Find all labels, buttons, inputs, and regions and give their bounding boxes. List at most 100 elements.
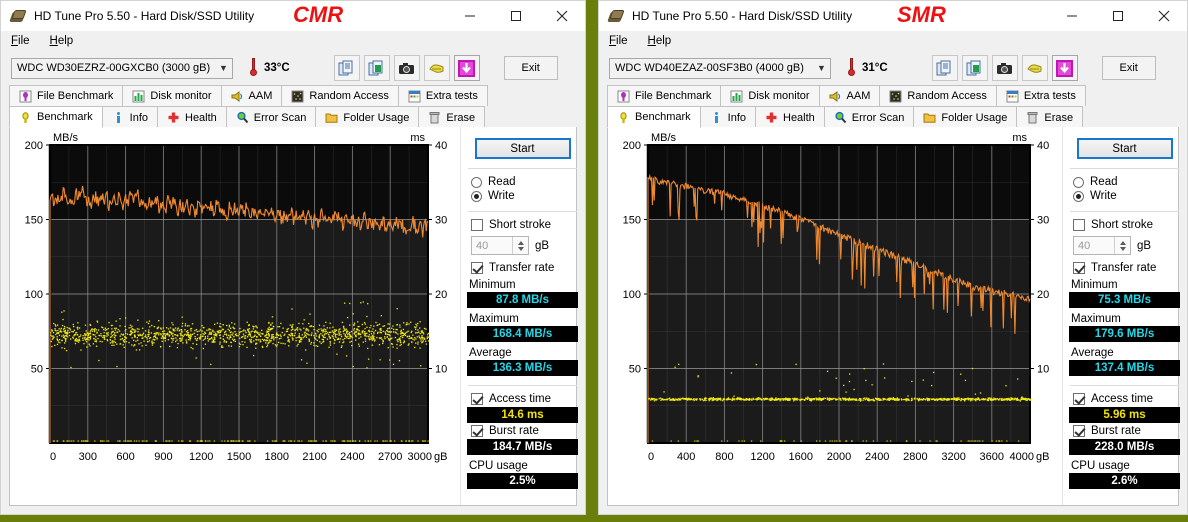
close-button[interactable]: [1141, 1, 1187, 31]
folder-usage-icon: [325, 111, 338, 124]
exit-button[interactable]: Exit: [1101, 56, 1156, 80]
screenshot-icon[interactable]: [991, 55, 1018, 81]
drive-select-value: WDC WD30EZRZ-00GXCB0 (3000 gB): [17, 62, 211, 74]
svg-text:MB/s: MB/s: [651, 132, 677, 144]
short-stroke-label: Short stroke: [489, 219, 551, 231]
tab-benchmark[interactable]: Benchmark: [607, 106, 701, 128]
tab-health[interactable]: Health: [157, 106, 227, 128]
radio-read[interactable]: Read: [471, 176, 578, 188]
desktop-background: HD Tune Pro 5.50 - Hard Disk/SSD Utility…: [0, 0, 1188, 522]
average-label: Average: [1071, 347, 1114, 359]
radio-read-label: Read: [488, 176, 516, 188]
drive-select[interactable]: WDC WD30EZRZ-00GXCB0 (3000 gB) ▼: [11, 57, 233, 79]
checkbox-short-stroke[interactable]: Short stroke: [1073, 219, 1180, 231]
transfer-rate-label: Transfer rate: [489, 262, 555, 274]
tab-extra-tests[interactable]: Extra tests: [995, 85, 1086, 106]
tab-row-secondary: File Benchmark Disk monitor AAM Random A…: [607, 85, 1179, 106]
screenshot-icon[interactable]: [393, 55, 420, 81]
tab-disk-monitor[interactable]: Disk monitor: [720, 85, 820, 106]
short-stroke-stepper[interactable]: 40: [471, 236, 529, 255]
stepper-arrows-icon[interactable]: [512, 237, 528, 254]
tab-disk-monitor[interactable]: Disk monitor: [122, 85, 222, 106]
tab-aam[interactable]: AAM: [818, 85, 881, 106]
svg-text:1200: 1200: [189, 451, 213, 463]
svg-text:50: 50: [629, 364, 641, 376]
short-stroke-stepper[interactable]: 40: [1073, 236, 1131, 255]
temperature-value: 33°C: [264, 62, 290, 74]
checkbox-short-stroke[interactable]: Short stroke: [471, 219, 578, 231]
benchmark-options-panel: Start Read Write Short stroke 40 gB Tran…: [1062, 127, 1186, 505]
tab-label: AAM: [248, 90, 273, 102]
tab-info[interactable]: Info: [699, 106, 756, 128]
tab-aam[interactable]: AAM: [220, 85, 283, 106]
checkbox-access-time[interactable]: Access time: [1073, 393, 1180, 405]
tab-extra-tests[interactable]: Extra tests: [397, 85, 488, 106]
tab-error-scan[interactable]: Error Scan: [225, 106, 317, 128]
minimum-label: Minimum: [1071, 279, 1118, 291]
save-icon[interactable]: [1021, 55, 1048, 81]
tab-folder-usage[interactable]: Folder Usage: [315, 106, 420, 128]
tab-random-access[interactable]: Random Access: [281, 85, 399, 106]
svg-text:2400: 2400: [865, 451, 889, 463]
download-icon[interactable]: [453, 55, 480, 81]
tab-file-benchmark[interactable]: File Benchmark: [607, 85, 722, 106]
checkbox-transfer-rate[interactable]: Transfer rate: [471, 262, 578, 274]
svg-text:150: 150: [25, 215, 43, 227]
menu-help[interactable]: Help: [648, 35, 672, 47]
minimize-button[interactable]: [447, 1, 493, 31]
start-button[interactable]: Start: [1076, 138, 1173, 159]
short-stroke-unit: gB: [535, 239, 550, 252]
radio-write[interactable]: Write: [1073, 190, 1180, 202]
chart-canvas: 50 100 150 200 10 20 30 40 MB/s ms 0 300 600 900 1200 1…: [25, 132, 448, 463]
maximize-button[interactable]: [493, 1, 539, 31]
info-icon: [710, 111, 723, 124]
radio-read[interactable]: Read: [1073, 176, 1180, 188]
svg-text:1600: 1600: [789, 451, 813, 463]
tab-file-benchmark[interactable]: File Benchmark: [9, 85, 124, 106]
svg-text:3200: 3200: [941, 451, 965, 463]
menu-file[interactable]: File: [609, 35, 628, 47]
menu-file[interactable]: File: [11, 35, 30, 47]
tab-folder-usage[interactable]: Folder Usage: [913, 106, 1018, 128]
tab-benchmark[interactable]: Benchmark: [9, 106, 103, 128]
tab-erase[interactable]: Erase: [418, 106, 486, 128]
copy-text-icon[interactable]: [333, 55, 360, 81]
benchmark-bulb-icon: [617, 111, 630, 124]
tabstrip: File Benchmark Disk monitor AAM Random A…: [1, 85, 585, 128]
titlebar[interactable]: HD Tune Pro 5.50 - Hard Disk/SSD Utility…: [599, 1, 1187, 31]
copy-text-icon[interactable]: [931, 55, 958, 81]
copy-excel-icon[interactable]: [363, 55, 390, 81]
svg-text:100: 100: [623, 289, 641, 301]
stepper-arrows-icon[interactable]: [1114, 237, 1130, 254]
health-cross-icon: [765, 111, 778, 124]
drive-select[interactable]: WDC WD40EZAZ-00SF3B0 (4000 gB) ▼: [609, 57, 831, 79]
tab-info[interactable]: Info: [101, 106, 158, 128]
titlebar[interactable]: HD Tune Pro 5.50 - Hard Disk/SSD Utility…: [1, 1, 585, 31]
tab-random-access[interactable]: Random Access: [879, 85, 997, 106]
radio-write[interactable]: Write: [471, 190, 578, 202]
download-icon[interactable]: [1051, 55, 1078, 81]
start-button[interactable]: Start: [474, 138, 571, 159]
tab-erase[interactable]: Erase: [1016, 106, 1084, 128]
exit-button[interactable]: Exit: [503, 56, 558, 80]
checkbox-transfer-rate[interactable]: Transfer rate: [1073, 262, 1180, 274]
save-icon[interactable]: [423, 55, 450, 81]
maximize-button[interactable]: [1095, 1, 1141, 31]
access-time-value-box: 14.6 ms: [467, 407, 578, 423]
cpu-usage-label: CPU usage: [469, 460, 528, 472]
checkbox-burst-rate[interactable]: Burst rate: [471, 425, 578, 437]
close-button[interactable]: [539, 1, 585, 31]
menu-help[interactable]: Help: [50, 35, 74, 47]
divider: [468, 385, 577, 386]
cpu-usage-value-box: 2.5%: [467, 473, 578, 489]
tab-error-scan[interactable]: Error Scan: [823, 106, 915, 128]
svg-text:2800: 2800: [903, 451, 927, 463]
radio-write-icon: [471, 190, 482, 202]
checkbox-access-time[interactable]: Access time: [471, 393, 578, 405]
minimize-button[interactable]: [1049, 1, 1095, 31]
svg-text:2700: 2700: [378, 451, 402, 463]
minimum-value-box: 87.8 MB/s: [467, 292, 578, 308]
copy-excel-icon[interactable]: [961, 55, 988, 81]
checkbox-burst-rate[interactable]: Burst rate: [1073, 425, 1180, 437]
tab-health[interactable]: Health: [755, 106, 825, 128]
